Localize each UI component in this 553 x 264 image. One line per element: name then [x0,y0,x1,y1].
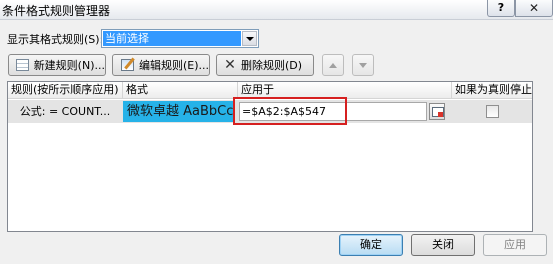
delete-rule-button[interactable]: ✕ 删除规则(D) [216,54,314,76]
column-header-format[interactable]: 格式 [123,82,238,99]
title-bar: 条件格式规则管理器 ? ✕ [0,0,553,20]
format-preview: 微软卓越 AaBbCc [123,101,233,122]
new-rule-icon [16,59,29,71]
column-header-stop-if-true[interactable]: 如果为真则停止 [452,82,532,99]
close-window-button[interactable]: ✕ [515,0,553,17]
show-rules-dropdown[interactable]: 当前选择 [101,29,259,48]
highlight-annotation [233,97,347,125]
stop-if-true-checkbox[interactable] [486,105,499,118]
column-header-rule[interactable]: 规则(按所示顺序应用) [8,82,123,99]
delete-icon: ✕ [224,57,236,73]
show-rules-selected: 当前选择 [103,31,241,46]
edit-rule-icon [121,59,134,71]
apply-button[interactable]: 应用 [483,234,547,256]
chevron-down-icon[interactable] [242,31,257,46]
new-rule-button[interactable]: 新建规则(N)... [8,54,106,76]
edit-rule-label: 编辑规则(E)... [138,59,209,72]
move-down-button[interactable] [352,54,374,76]
collapse-dialog-icon[interactable] [429,103,445,120]
move-up-button[interactable] [322,54,344,76]
show-rules-label: 显示其格式规则(S): [7,33,104,46]
edit-rule-button[interactable]: 编辑规则(E)... [112,54,210,76]
delete-rule-label: 删除规则(D) [241,59,303,72]
new-rule-label: 新建规则(N)... [33,59,105,72]
help-button[interactable]: ? [487,0,515,17]
close-button[interactable]: 关闭 [411,234,475,256]
ok-button[interactable]: 确定 [339,234,403,256]
window-title: 条件格式规则管理器 [2,4,111,18]
rule-cell: 公式: = COUNT... [19,105,111,118]
